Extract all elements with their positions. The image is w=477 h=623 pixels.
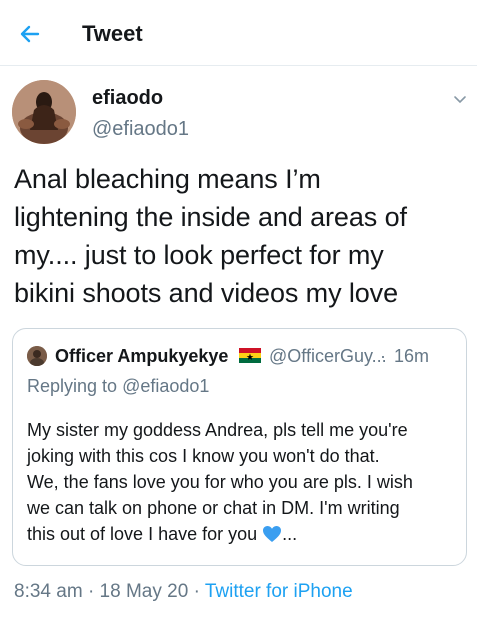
replying-to: Replying to @efiaodo1 — [27, 375, 209, 397]
tweet-line: lightening the inside and areas of — [14, 202, 407, 232]
author-handle[interactable]: @efiaodo1 — [92, 117, 189, 141]
quote-line: we can talk on phone or chat in DM. I'm … — [27, 498, 400, 518]
tweet-meta: 8:34 am · 18 May 20 · Twitter for iPhone — [14, 580, 353, 604]
back-button[interactable] — [16, 20, 44, 48]
quote-avatar[interactable] — [27, 346, 47, 366]
arrow-left-icon — [20, 25, 40, 43]
avatar-photo — [12, 80, 76, 144]
tweet-text: Anal bleaching means I’m lightening the … — [14, 160, 466, 312]
tweet-line: bikini shoots and videos my love — [14, 278, 399, 308]
quote-ellipsis: ... — [282, 524, 298, 544]
blue-heart-icon — [262, 524, 282, 542]
tweet-line: Anal bleaching means I’m — [14, 164, 321, 194]
quote-separator: · — [380, 346, 386, 366]
tweet-source-link[interactable]: Twitter for iPhone — [205, 581, 353, 602]
tweet-line: my.... just to look perfect for my — [14, 240, 384, 270]
tweet-author: efiaodo @efiaodo1 — [0, 78, 477, 148]
quote-author-name[interactable]: Officer Ampukyekye — [55, 345, 228, 367]
more-options-button[interactable] — [452, 92, 468, 108]
replying-to-label: Replying to — [27, 376, 118, 396]
quoted-tweet[interactable]: Officer Ampukyekye @OfficerGuy... · 16m … — [12, 328, 467, 566]
author-display-name[interactable]: efiaodo — [92, 86, 163, 110]
chevron-down-icon — [454, 96, 466, 104]
meta-separator: · — [87, 581, 95, 602]
replying-to-handle[interactable]: @efiaodo1 — [122, 376, 209, 396]
quote-avatar-photo — [27, 346, 47, 366]
tweet-time: 8:34 am — [14, 581, 83, 602]
meta-separator: · — [193, 581, 200, 602]
avatar[interactable] — [12, 80, 76, 144]
quote-line: this out of love I have for you — [27, 524, 258, 544]
quote-line: We, the fans love you for who you are pl… — [27, 472, 413, 492]
page-title: Tweet — [82, 21, 143, 46]
tweet-date: 18 May 20 — [99, 581, 189, 602]
quote-line: joking with this cos I know you won't do… — [27, 446, 380, 466]
ghana-flag-icon — [239, 348, 261, 363]
quote-author-handle[interactable]: @OfficerGuy... — [269, 345, 387, 367]
quote-text: My sister my goddess Andrea, pls tell me… — [27, 417, 457, 547]
quote-line-last: this out of love I have for you ... — [27, 521, 457, 547]
top-bar: Tweet — [0, 0, 477, 66]
quote-timestamp: 16m — [394, 346, 430, 366]
quote-line: My sister my goddess Andrea, pls tell me… — [27, 420, 408, 440]
